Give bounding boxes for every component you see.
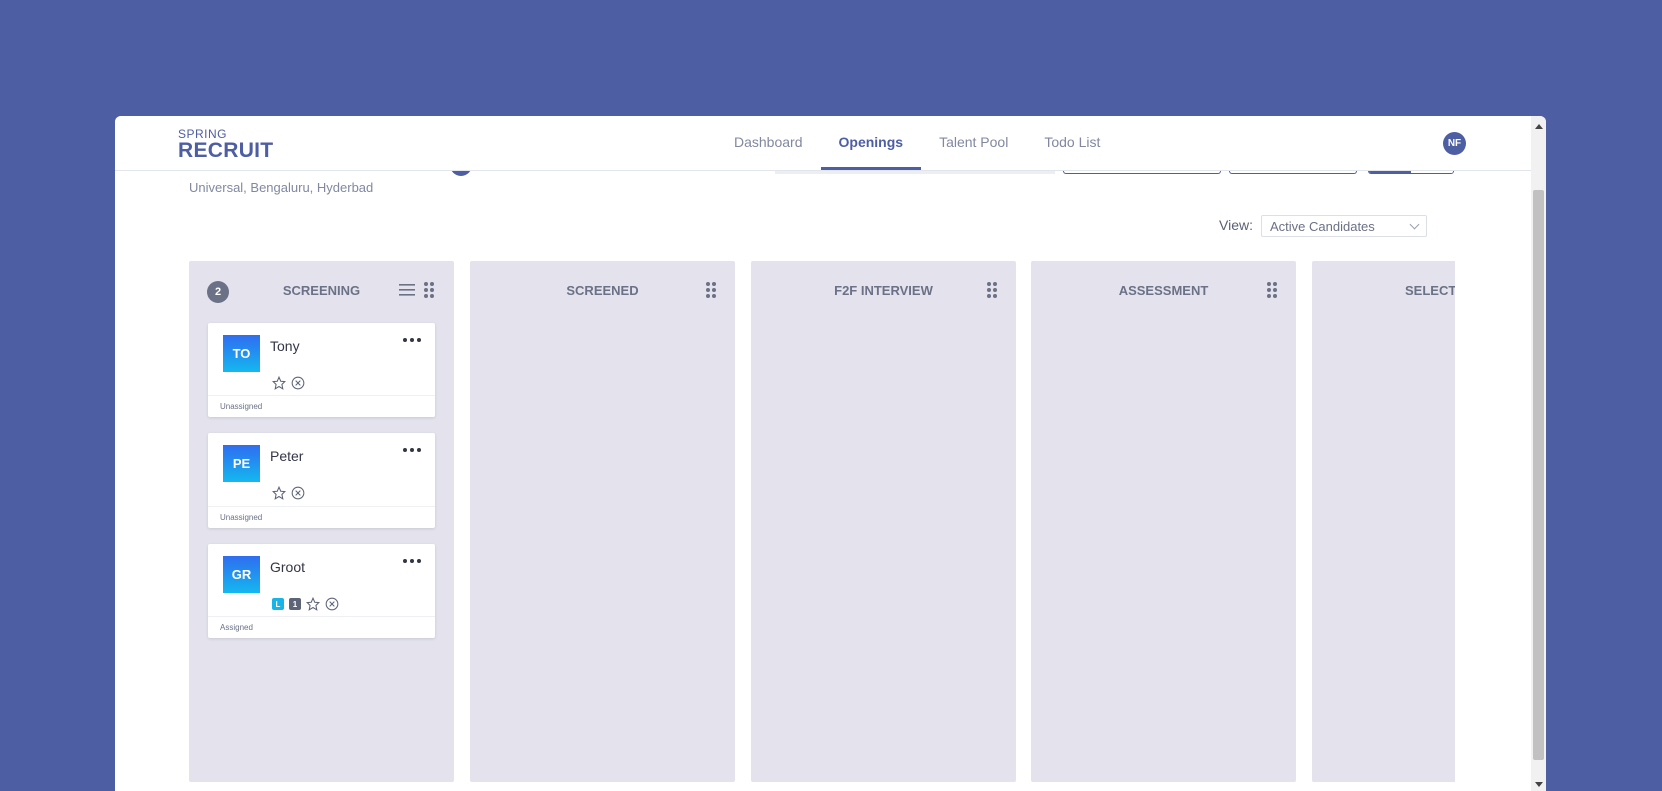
column-f2f-interview: F2F INTERVIEW [751, 261, 1016, 782]
tag-badge: 1 [289, 598, 301, 610]
candidate-actions: L 1 [272, 597, 339, 611]
nav-openings[interactable]: Openings [820, 116, 922, 170]
drag-handle-icon[interactable] [705, 281, 717, 299]
list-icon[interactable] [399, 283, 415, 297]
candidate-actions [272, 376, 305, 390]
view-selected-value: Active Candidates [1270, 219, 1375, 234]
kanban-board: 2 SCREENING TO Tony Unassigned PE Peter … [189, 261, 1455, 782]
candidate-avatar: PE [223, 445, 260, 482]
candidate-card[interactable]: PE Peter Unassigned [208, 433, 435, 528]
candidate-avatar: TO [223, 335, 260, 372]
reject-icon[interactable] [325, 597, 339, 611]
vertical-scrollbar[interactable] [1531, 116, 1546, 791]
drag-handle-icon[interactable] [986, 281, 998, 299]
candidate-card[interactable]: GR Groot L 1 Assigned [208, 544, 435, 638]
more-options-icon[interactable] [402, 335, 422, 345]
view-select[interactable]: Active Candidates [1261, 215, 1427, 237]
column-title: SELECTI [1405, 283, 1455, 298]
candidate-name: Groot [270, 559, 306, 575]
opening-location: Universal, Bengaluru, Hyderbad [189, 180, 374, 195]
assignment-status: Unassigned [208, 395, 435, 417]
scroll-up-icon[interactable] [1535, 124, 1543, 129]
assignment-status: Assigned [208, 616, 435, 638]
chevron-down-icon [1409, 219, 1420, 230]
column-selected: SELECTI [1312, 261, 1455, 782]
scroll-down-icon[interactable] [1535, 782, 1543, 787]
view-label: View: [1219, 217, 1253, 233]
app-logo[interactable]: SPRING RECRUIT [178, 128, 273, 162]
drag-handle-icon[interactable] [423, 281, 435, 299]
reject-icon[interactable] [291, 376, 305, 390]
candidate-avatar: GR [223, 556, 260, 593]
tag-badge: L [272, 598, 284, 610]
top-navigation-bar: SPRING RECRUIT Dashboard Openings Talent… [115, 116, 1531, 171]
drag-handle-icon[interactable] [1266, 281, 1278, 299]
app-window: SPRING RECRUIT Dashboard Openings Talent… [115, 116, 1546, 791]
column-title: ASSESSMENT [1118, 283, 1209, 298]
column-assessment: ASSESSMENT [1031, 261, 1296, 782]
nav-talent-pool[interactable]: Talent Pool [921, 116, 1026, 170]
more-options-icon[interactable] [402, 556, 422, 566]
candidate-actions [272, 486, 305, 500]
assignment-status: Unassigned [208, 506, 435, 528]
more-options-icon[interactable] [402, 445, 422, 455]
column-title: SCREENED [566, 283, 639, 298]
reject-icon[interactable] [291, 486, 305, 500]
candidate-card[interactable]: TO Tony Unassigned [208, 323, 435, 417]
candidate-name: Peter [270, 448, 304, 464]
scroll-thumb[interactable] [1533, 190, 1544, 760]
column-screening: 2 SCREENING TO Tony Unassigned PE Peter … [189, 261, 454, 782]
logo-big-text: RECRUIT [178, 139, 274, 162]
nav-todo-list[interactable]: Todo List [1026, 116, 1118, 170]
star-icon[interactable] [272, 486, 286, 500]
star-icon[interactable] [306, 597, 320, 611]
column-screened: SCREENED [470, 261, 735, 782]
candidate-name: Tony [270, 338, 300, 354]
user-avatar[interactable]: NF [1443, 132, 1466, 155]
column-title: F2F INTERVIEW [834, 283, 933, 298]
nav-dashboard[interactable]: Dashboard [716, 116, 821, 170]
star-icon[interactable] [272, 376, 286, 390]
main-nav: Dashboard Openings Talent Pool Todo List [716, 116, 1118, 170]
